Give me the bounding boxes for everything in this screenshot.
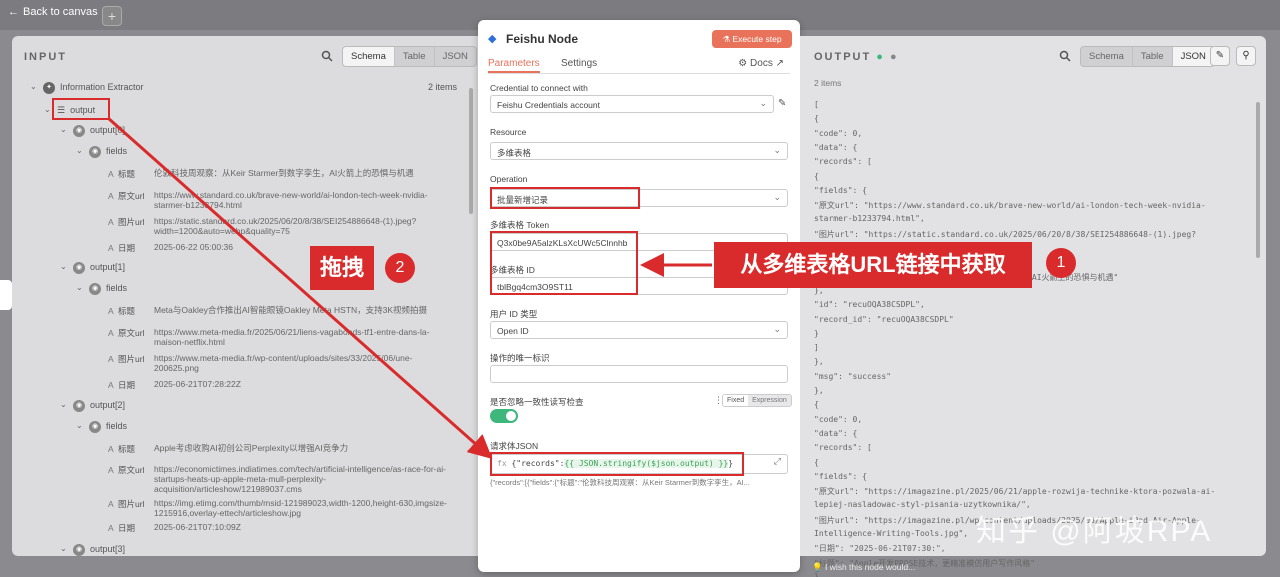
source-callout: 从多维表格URL链接中获取 [714,242,1032,288]
drag-callout: 拖拽 [310,246,374,290]
annotation-arrows [107,116,712,459]
source-step-badge: 1 [1046,248,1076,278]
drag-step-badge: 2 [385,253,415,283]
watermark: 知乎 @阿坡RPA [976,515,1213,548]
drag-arrow [107,116,493,459]
